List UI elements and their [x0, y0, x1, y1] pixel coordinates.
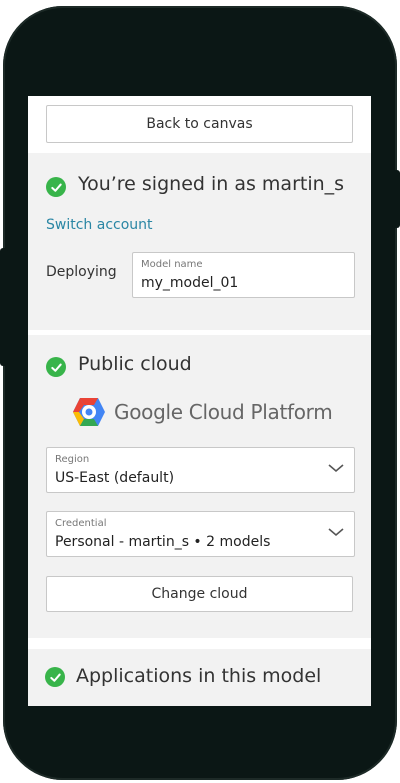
cloud-section: Public cloud Google Cloud Platform Regio…	[28, 335, 371, 638]
region-label: Region	[55, 454, 90, 465]
phone-side-button-left	[0, 248, 8, 366]
public-cloud-heading: Public cloud	[78, 353, 192, 375]
credential-label: Credential	[55, 518, 107, 529]
check-icon	[46, 357, 66, 377]
phone-side-button-right	[392, 170, 400, 228]
region-select[interactable]: Region US-East (default)	[46, 447, 355, 493]
credential-select[interactable]: Credential Personal - martin_s • 2 model…	[46, 511, 355, 557]
model-name-label: Model name	[141, 259, 203, 270]
applications-section: Applications in this model	[28, 649, 371, 706]
google-cloud-platform-logo: Google Cloud Platform	[72, 395, 333, 429]
region-value: US-East (default)	[55, 470, 175, 486]
check-icon	[45, 667, 65, 687]
google-cloud-logo-icon	[73, 398, 105, 426]
phone-screen: Back to canvas You’re signed in as marti…	[28, 96, 371, 706]
top-section: Back to canvas	[28, 96, 371, 153]
chevron-down-icon[interactable]	[328, 463, 344, 473]
deploying-label: Deploying	[46, 264, 117, 280]
signed-in-heading: You’re signed in as martin_s	[78, 173, 345, 195]
model-name-field[interactable]: Model name my_model_01	[132, 252, 355, 298]
back-to-canvas-button[interactable]: Back to canvas	[46, 105, 353, 143]
account-section: You’re signed in as martin_s Switch acco…	[28, 153, 371, 330]
change-cloud-button[interactable]: Change cloud	[46, 576, 353, 612]
chevron-down-icon[interactable]	[328, 527, 344, 537]
applications-heading: Applications in this model	[76, 665, 322, 687]
check-icon	[46, 177, 66, 197]
model-name-value[interactable]: my_model_01	[141, 275, 238, 291]
provider-name: Google Cloud Platform	[114, 400, 333, 424]
credential-value: Personal - martin_s • 2 models	[55, 534, 271, 550]
switch-account-link[interactable]: Switch account	[46, 217, 153, 233]
